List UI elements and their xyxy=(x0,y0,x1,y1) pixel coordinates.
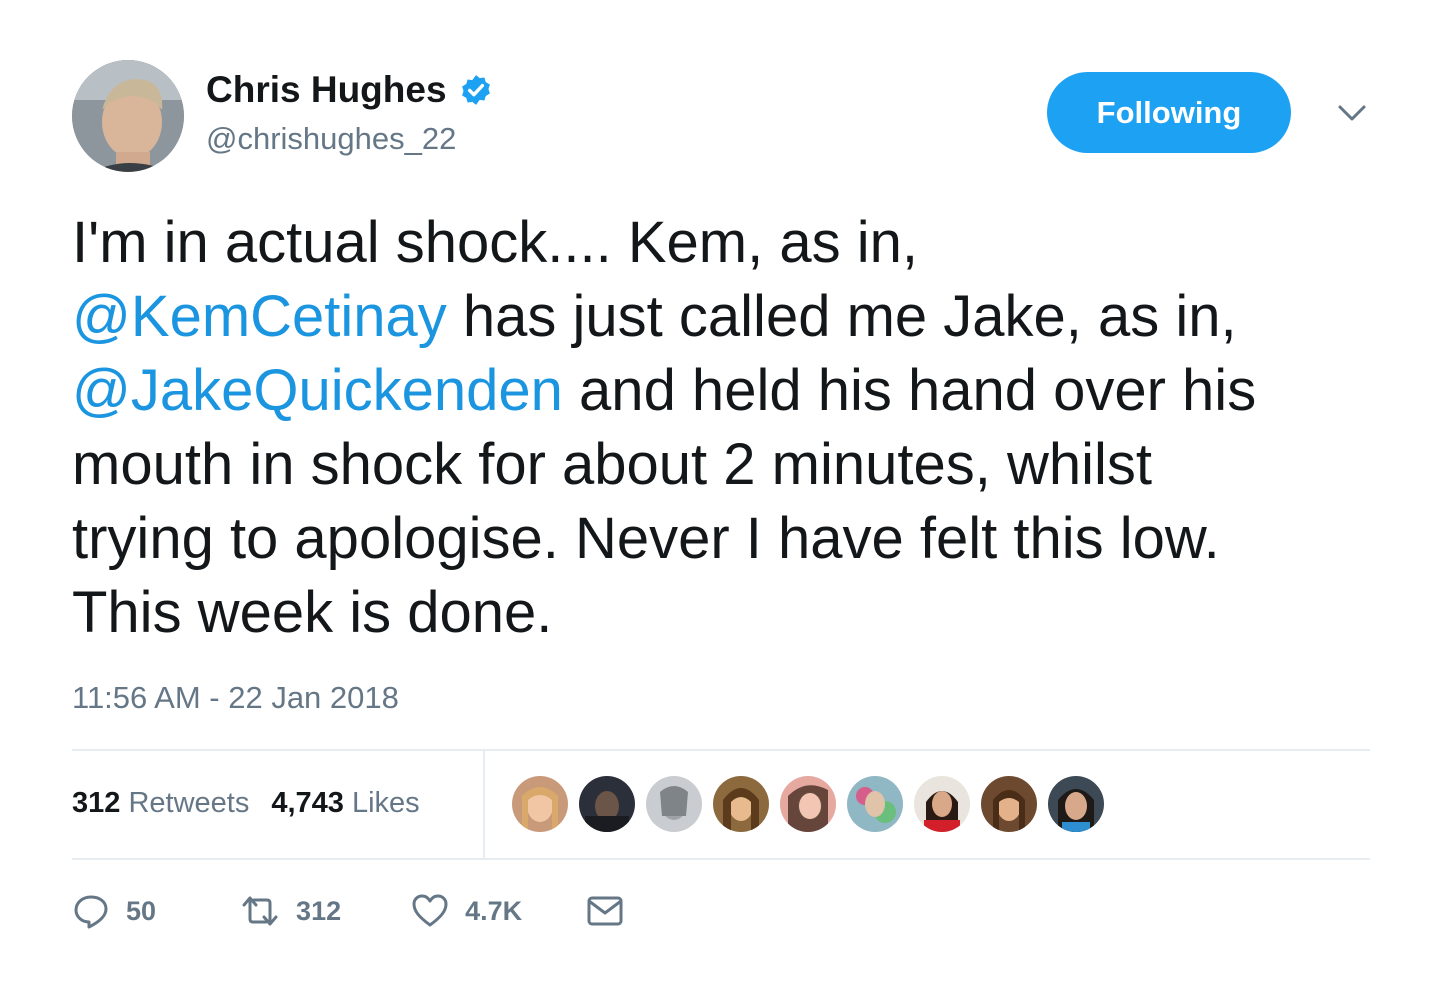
retweets-label: Retweets xyxy=(128,787,250,819)
likes-count: 4,743 xyxy=(271,787,344,819)
liker-avatar[interactable] xyxy=(780,776,836,832)
author-avatar-image xyxy=(72,60,184,172)
tweet-text-segment: has just called me Jake, as in, xyxy=(446,284,1237,349)
tweet-text-line: I'm in actual shock.... Kem, as in, xyxy=(72,206,1392,280)
liker-avatar[interactable] xyxy=(512,776,568,832)
heart-icon xyxy=(411,893,449,929)
stats-vertical-divider xyxy=(483,750,485,859)
retweets-stat[interactable]: 312 Retweets xyxy=(72,787,249,819)
tweet-action-bar: 50 312 4.7K xyxy=(72,886,624,936)
stats-bottom-divider xyxy=(72,858,1370,860)
reply-count: 50 xyxy=(126,895,157,926)
following-button[interactable]: Following xyxy=(1047,72,1291,153)
likes-stat[interactable]: 4,743 Likes xyxy=(271,787,419,819)
reply-action[interactable]: 50 xyxy=(72,892,156,930)
author-display-name[interactable]: Chris Hughes xyxy=(206,66,447,114)
tweet-text-line: trying to apologise. Never I have felt t… xyxy=(72,502,1392,576)
retweet-count: 312 xyxy=(296,895,342,926)
author-handle[interactable]: @chrishughes_22 xyxy=(206,118,456,160)
retweet-icon xyxy=(240,893,280,929)
chevron-down-icon[interactable] xyxy=(1332,98,1372,128)
liker-avatar[interactable] xyxy=(646,776,702,832)
tweet-text-segment: This week is done. xyxy=(72,580,553,645)
like-action[interactable]: 4.7K xyxy=(411,893,522,929)
tweet-text-segment: I'm in actual shock.... Kem, as in, xyxy=(72,210,918,275)
author-avatar[interactable] xyxy=(72,60,184,172)
liker-avatars xyxy=(512,776,1115,834)
tweet-text-segment: trying to apologise. Never I have felt t… xyxy=(72,506,1220,571)
tweet-stats: 312 Retweets 4,743 Likes xyxy=(72,782,420,824)
liker-avatar[interactable] xyxy=(713,776,769,832)
liker-avatar[interactable] xyxy=(981,776,1037,832)
mention-link-jakequickenden[interactable]: @JakeQuickenden xyxy=(72,358,563,423)
verified-badge-icon xyxy=(459,73,493,107)
retweet-action[interactable]: 312 xyxy=(240,893,341,929)
envelope-icon xyxy=(586,895,624,927)
tweet-text-segment: and held his hand over his xyxy=(562,358,1257,423)
mention-link-kemcetinay[interactable]: @KemCetinay xyxy=(72,284,447,349)
likes-label: Likes xyxy=(351,787,420,819)
tweet-text: I'm in actual shock.... Kem, as in, @Kem… xyxy=(72,206,1392,650)
liker-avatar[interactable] xyxy=(914,776,970,832)
retweets-count: 312 xyxy=(72,787,121,819)
tweet-text-line: mouth in shock for about 2 minutes, whil… xyxy=(72,428,1392,502)
tweet-timestamp[interactable]: 11:56 AM - 22 Jan 2018 xyxy=(72,677,399,719)
liker-avatar[interactable] xyxy=(1048,776,1104,832)
tweet-text-segment: mouth in shock for about 2 minutes, whil… xyxy=(72,432,1152,497)
tweet-text-line: @JakeQuickenden and held his hand over h… xyxy=(72,354,1392,428)
reply-icon xyxy=(72,892,110,930)
like-count: 4.7K xyxy=(465,895,523,926)
tweet-text-line: This week is done. xyxy=(72,576,1392,650)
direct-message-action[interactable] xyxy=(586,895,624,927)
liker-avatar[interactable] xyxy=(579,776,635,832)
tweet-text-line: @KemCetinay has just called me Jake, as … xyxy=(72,280,1392,354)
author-name-row[interactable]: Chris Hughes xyxy=(206,66,493,114)
liker-avatar[interactable] xyxy=(847,776,903,832)
stats-top-divider xyxy=(72,749,1370,751)
